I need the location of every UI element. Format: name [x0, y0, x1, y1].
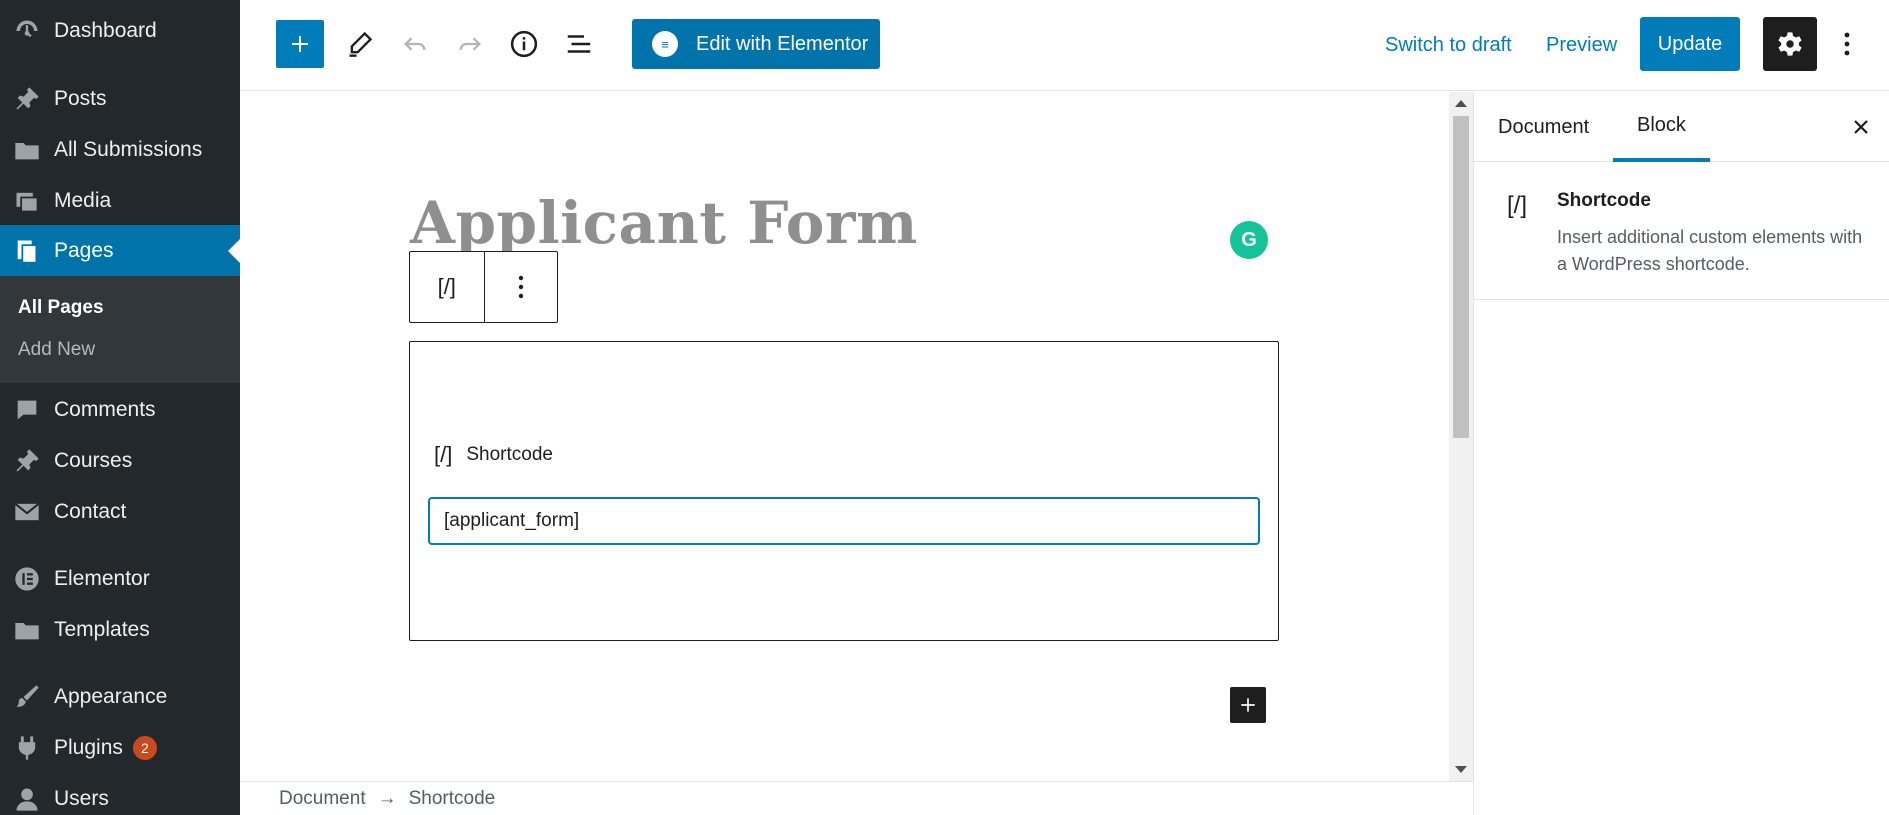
more-options-button[interactable] — [1832, 22, 1862, 66]
shortcode-icon: [/] — [434, 442, 453, 467]
redo-button[interactable] — [448, 22, 492, 66]
menu-label: Elementor — [54, 566, 150, 590]
pages-submenu: All Pages Add New — [0, 276, 240, 383]
elementor-logo-icon: ≡ — [652, 31, 678, 57]
block-card-description: Insert additional custom elements with a… — [1557, 227, 1863, 274]
dashboard-icon — [0, 17, 54, 45]
redo-icon — [459, 37, 481, 51]
tab-document[interactable]: Document — [1498, 92, 1589, 162]
menu-item-elementor[interactable]: Elementor — [0, 553, 240, 604]
menu-item-pages[interactable]: Pages — [0, 225, 240, 276]
tab-block[interactable]: Block — [1613, 92, 1710, 162]
menu-item-users[interactable]: Users — [0, 773, 240, 815]
plus-icon — [292, 36, 308, 52]
tools-button[interactable] — [338, 22, 382, 66]
menu-item-comments[interactable]: Comments — [0, 384, 240, 435]
menu-item-templates[interactable]: Templates — [0, 604, 240, 655]
comment-icon — [0, 396, 54, 424]
menu-label: Media — [54, 188, 112, 212]
block-breadcrumb: Document → Shortcode — [240, 781, 1473, 815]
block-type-button[interactable]: [/] — [410, 252, 484, 322]
vertical-dots-icon — [518, 275, 523, 299]
menu-label: Pages — [54, 238, 114, 262]
close-sidebar-button[interactable] — [1844, 110, 1878, 144]
block-card-title: Shortcode — [1557, 190, 1651, 211]
menu-item-posts[interactable]: Posts — [0, 73, 240, 124]
breadcrumb-shortcode[interactable]: Shortcode — [409, 788, 496, 810]
undo-button[interactable] — [393, 22, 437, 66]
menu-label: Contact — [54, 499, 127, 523]
menu-item-contact[interactable]: Contact — [0, 486, 240, 537]
breadcrumb-separator: → — [377, 787, 397, 809]
menu-label: Templates — [54, 617, 150, 641]
switch-to-draft-button[interactable]: Switch to draft — [1385, 22, 1512, 68]
menu-label: Courses — [54, 448, 133, 472]
menu-label: Plugins — [54, 735, 123, 759]
menu-label: Comments — [54, 397, 156, 421]
elementor-button-label: Edit with Elementor — [696, 32, 869, 55]
add-block-inline-button[interactable] — [1230, 687, 1266, 723]
vertical-dots-icon — [1844, 32, 1850, 56]
user-icon — [0, 785, 54, 813]
edit-with-elementor-button[interactable]: ≡ Edit with Elementor — [632, 19, 880, 69]
folder-icon — [0, 136, 54, 164]
gear-icon — [1778, 32, 1802, 56]
admin-sidebar: Dashboard Posts All Submissions Media Pa… — [0, 0, 240, 815]
content-info-button[interactable] — [502, 22, 546, 66]
menu-label: Dashboard — [54, 18, 157, 42]
shortcode-input[interactable] — [428, 497, 1260, 545]
media-icon — [0, 187, 54, 215]
scroll-up-arrow-icon[interactable] — [1455, 100, 1467, 107]
plugin-icon — [0, 734, 54, 762]
menu-label: All Submissions — [54, 137, 203, 161]
menu-item-media[interactable]: Media — [0, 175, 240, 226]
block-navigation-button[interactable] — [557, 22, 601, 66]
pin-icon — [0, 447, 54, 475]
pages-icon — [0, 237, 54, 265]
menu-item-plugins[interactable]: Plugins 2 — [0, 722, 240, 773]
grammarly-icon[interactable]: G — [1230, 221, 1268, 259]
menu-item-appearance[interactable]: Appearance — [0, 671, 240, 722]
editor-toolbar: ≡ Edit with Elementor Switch to draft Pr… — [240, 0, 1889, 91]
block-card: [/] Shortcode Insert additional custom e… — [1474, 162, 1889, 300]
add-block-button[interactable] — [276, 20, 324, 68]
scrollbar-thumb[interactable] — [1453, 116, 1469, 438]
pin-icon — [0, 85, 54, 113]
update-button[interactable]: Update — [1640, 17, 1740, 71]
submenu-all-pages[interactable]: All Pages — [18, 297, 104, 319]
info-icon — [510, 30, 538, 58]
menu-label: Appearance — [54, 684, 168, 708]
breadcrumb-document[interactable]: Document — [279, 788, 366, 810]
block-toolbar: [/] — [409, 251, 558, 323]
shortcode-block[interactable]: [/] Shortcode — [409, 341, 1279, 641]
brush-icon — [0, 683, 54, 711]
close-icon — [1854, 120, 1868, 134]
post-title[interactable]: Applicant Form — [410, 189, 918, 257]
shortcode-label: Shortcode — [466, 444, 553, 465]
elementor-icon — [0, 565, 54, 593]
mail-icon — [0, 498, 54, 526]
settings-sidebar: Document Block [/] Shortcode Insert addi… — [1473, 92, 1889, 815]
editor-scrollbar[interactable] — [1449, 92, 1473, 781]
shortcode-block-header: [/] Shortcode — [434, 442, 553, 468]
folder-icon — [0, 616, 54, 644]
plus-icon — [1241, 698, 1255, 712]
sidebar-tabs: Document Block — [1474, 92, 1889, 162]
submenu-add-new[interactable]: Add New — [18, 339, 95, 361]
scroll-down-arrow-icon[interactable] — [1455, 766, 1467, 773]
menu-item-all-submissions[interactable]: All Submissions — [0, 124, 240, 175]
menu-item-dashboard[interactable]: Dashboard — [0, 5, 240, 56]
block-more-options-button[interactable] — [483, 252, 558, 322]
menu-label: Posts — [54, 86, 107, 110]
preview-button[interactable]: Preview — [1546, 22, 1617, 68]
pencil-icon — [349, 31, 373, 57]
shortcode-icon: [/] — [1507, 192, 1528, 219]
undo-icon — [404, 37, 426, 51]
editor-canvas: Applicant Form G [/] [/] Shortcode — [240, 92, 1449, 781]
menu-item-courses[interactable]: Courses — [0, 435, 240, 486]
settings-button[interactable] — [1763, 17, 1817, 71]
menu-label: Users — [54, 786, 109, 810]
list-view-icon — [567, 35, 591, 53]
plugins-update-badge: 2 — [132, 735, 157, 760]
